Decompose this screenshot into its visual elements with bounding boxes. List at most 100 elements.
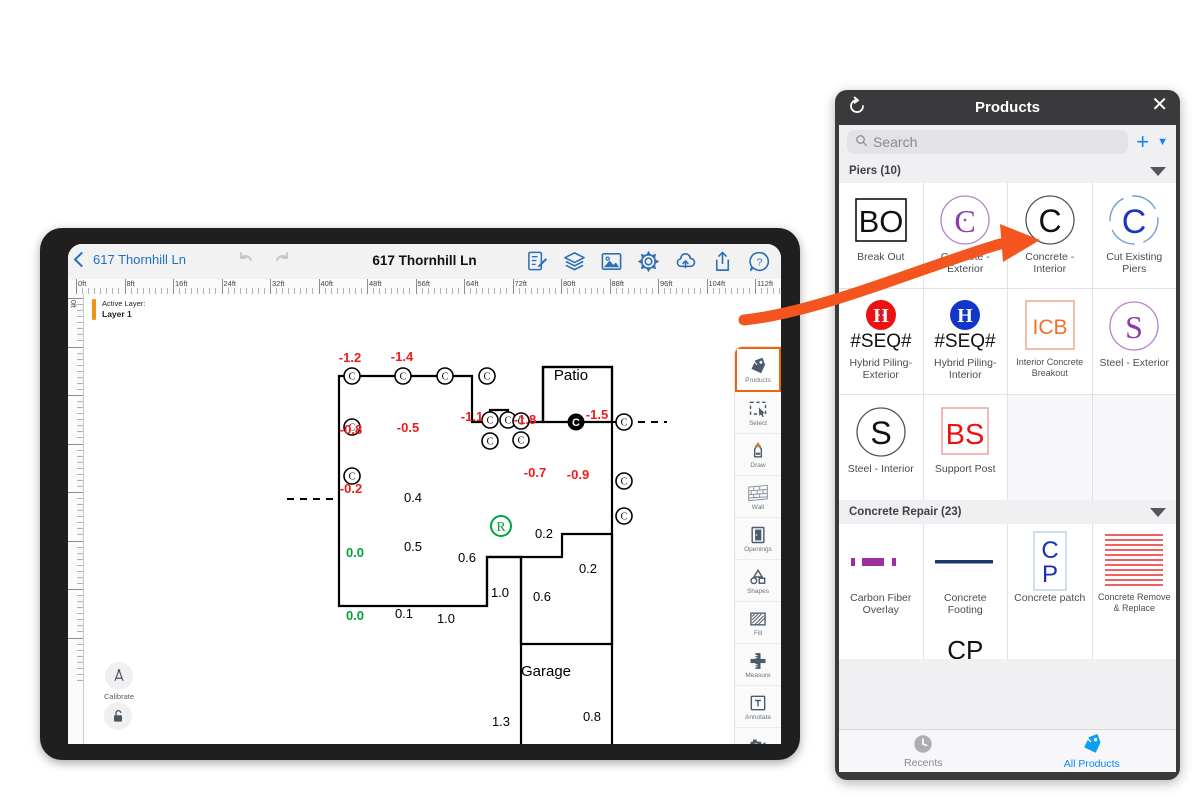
svg-text:S: S bbox=[870, 415, 891, 451]
plan-reading: 0.6 bbox=[458, 550, 476, 565]
product-icon bbox=[839, 530, 923, 592]
tab-all-products[interactable]: All Products bbox=[1008, 730, 1177, 772]
ruler-minor-tick bbox=[77, 485, 83, 487]
product-carbon-fiber-overlay[interactable]: Carbon Fiber Overlay bbox=[839, 524, 923, 629]
ruler-tick-label: 112ft bbox=[757, 279, 774, 288]
close-icon[interactable]: ✕ bbox=[1151, 95, 1168, 115]
svg-text:BS: BS bbox=[946, 419, 985, 451]
section-header[interactable]: Concrete Repair (23) bbox=[839, 500, 1176, 524]
pier-marker-label: C bbox=[621, 512, 628, 523]
tool-products[interactable]: Products bbox=[735, 347, 781, 392]
tool-annotate[interactable]: Annotate bbox=[735, 686, 781, 728]
product-name: Hybrid Piling-Interior bbox=[934, 357, 997, 381]
ruler-minor-tick bbox=[77, 649, 83, 651]
product-hybrid-piling-interior[interactable]: H #SEQ# Hybrid Piling-Interior bbox=[923, 289, 1007, 394]
help-icon[interactable]: ? bbox=[748, 250, 771, 273]
product-interior-concrete-breakout[interactable]: ICB Interior Concrete Breakout bbox=[1008, 289, 1092, 394]
pen-icon bbox=[748, 440, 768, 461]
tool-draw[interactable]: Draw bbox=[735, 434, 781, 476]
section-header[interactable]: Piers (10) bbox=[839, 159, 1176, 183]
drawing-canvas[interactable]: Active Layer: Layer 1 C C C C C C C C C … bbox=[84, 294, 781, 744]
ruler-minor-tick bbox=[77, 595, 83, 597]
floor-plan[interactable]: C C C CCCCCCCC CCC C R -1.2 -1.4-1.1 -1.8 -1.5-… bbox=[84, 294, 781, 744]
product-partial-row-item[interactable] bbox=[1008, 629, 1092, 659]
ruler-major-tick bbox=[68, 637, 83, 639]
product-name: Concrete Remove & Replace bbox=[1097, 592, 1171, 613]
camera-icon bbox=[748, 734, 768, 744]
ruler-minor-tick bbox=[77, 679, 83, 681]
ruler-minor-tick bbox=[77, 376, 83, 378]
tool-photo[interactable]: Photo bbox=[735, 728, 781, 744]
product-partial-row-item[interactable]: CP bbox=[923, 629, 1007, 659]
edit-notes-icon[interactable] bbox=[526, 250, 549, 273]
search-input[interactable]: Search bbox=[847, 130, 1129, 154]
section-header-label: Concrete Repair (23) bbox=[849, 506, 962, 518]
product-hybrid-piling-exterior[interactable]: H#SEQ#Hybrid Piling-Exterior bbox=[839, 289, 923, 394]
product-concrete-exterior[interactable]: C Concrete - Exterior bbox=[923, 183, 1007, 288]
ruler-tick-label: 104ft bbox=[708, 279, 726, 288]
calibrate-tool[interactable]: Calibrate bbox=[104, 662, 134, 701]
refresh-icon[interactable] bbox=[847, 96, 867, 121]
chevron-down-icon[interactable] bbox=[1150, 507, 1166, 517]
product-cut-existing-piers[interactable]: C Cut Existing Piers bbox=[1092, 183, 1176, 288]
product-concrete-remove-replace[interactable]: Concrete Remove & Replace bbox=[1092, 524, 1176, 629]
ruler-minor-tick bbox=[77, 322, 83, 324]
product-icon: CP bbox=[1008, 530, 1092, 592]
ruler-minor-tick bbox=[77, 479, 83, 481]
ruler-minor-tick bbox=[77, 552, 83, 554]
product-grid: Carbon Fiber Overlay Concrete Footing C P Co… bbox=[839, 524, 1176, 629]
plan-reading: 1.0 bbox=[491, 585, 509, 600]
product-steel-interior[interactable]: S Steel - Interior bbox=[839, 395, 923, 500]
ruler-minor-tick bbox=[77, 516, 83, 518]
image-icon[interactable] bbox=[600, 250, 623, 273]
text-box-icon bbox=[748, 692, 768, 713]
layers-icon[interactable] bbox=[563, 250, 586, 273]
ruler-major-tick bbox=[68, 540, 83, 542]
ruler-icon bbox=[748, 650, 768, 671]
tool-wall[interactable]: Wall bbox=[735, 476, 781, 518]
ruler-minor-tick bbox=[77, 419, 83, 421]
chevron-down-icon[interactable]: ▼ bbox=[1157, 136, 1168, 148]
tool-label: Select bbox=[748, 420, 768, 427]
product-icon: C bbox=[1008, 189, 1092, 251]
tool-openings[interactable]: Openings bbox=[735, 518, 781, 560]
share-icon[interactable] bbox=[711, 250, 734, 273]
ruler-minor-tick bbox=[77, 607, 83, 609]
product-name: Break Out bbox=[857, 251, 905, 263]
product-support-post[interactable]: BS Support Post bbox=[923, 395, 1008, 500]
ruler-minor-tick bbox=[77, 655, 83, 657]
tab-recents[interactable]: Recents bbox=[839, 730, 1008, 772]
svg-text:#SEQ#: #SEQ# bbox=[935, 331, 997, 352]
product-icon: BS bbox=[924, 401, 1008, 463]
ruler-tick-label: 80ft bbox=[563, 279, 576, 288]
product-steel-exterior[interactable]: SSteel - Exterior bbox=[1092, 289, 1176, 394]
tool-fill[interactable]: Fill bbox=[735, 602, 781, 644]
product-break-out[interactable]: BO Break Out bbox=[839, 183, 923, 288]
ruler-tick-label: 40ft bbox=[320, 279, 334, 288]
plan-reading: -1.8 bbox=[514, 412, 536, 427]
products-panel-tabs: Recents All Products bbox=[839, 729, 1176, 772]
ruler-minor-tick bbox=[77, 510, 83, 512]
chevron-down-icon[interactable] bbox=[1150, 166, 1166, 176]
tool-select[interactable]: Select bbox=[735, 392, 781, 434]
product-concrete-interior[interactable]: C Concrete - Interior bbox=[1008, 183, 1092, 288]
plus-icon[interactable]: + bbox=[1136, 131, 1149, 153]
ruler-minor-tick bbox=[77, 461, 83, 463]
cloud-upload-icon[interactable] bbox=[674, 250, 697, 273]
ruler-minor-tick bbox=[77, 467, 83, 469]
product-partial-row-item[interactable] bbox=[1092, 629, 1176, 659]
ruler-tick-label: 48ft bbox=[369, 279, 382, 288]
ruler-tick-label: 0ft bbox=[78, 279, 87, 288]
ruler-major-tick bbox=[68, 492, 83, 493]
pier-marker-label: C bbox=[621, 477, 628, 488]
product-concrete-patch[interactable]: C P Concrete patch bbox=[1008, 524, 1092, 629]
product-concrete-footing[interactable]: Concrete Footing bbox=[923, 524, 1007, 629]
product-partial-row-item[interactable] bbox=[839, 629, 923, 659]
tool-measure[interactable]: Measure bbox=[735, 644, 781, 686]
plan-reading: 0.1 bbox=[395, 606, 413, 621]
ruler-major-tick bbox=[68, 395, 83, 396]
product-sections: Piers (10) BO Break Out C Concrete - Exterio… bbox=[839, 159, 1176, 659]
lock-tool[interactable] bbox=[104, 702, 132, 730]
tool-shapes[interactable]: Shapes bbox=[735, 560, 781, 602]
gear-icon[interactable] bbox=[637, 250, 660, 273]
